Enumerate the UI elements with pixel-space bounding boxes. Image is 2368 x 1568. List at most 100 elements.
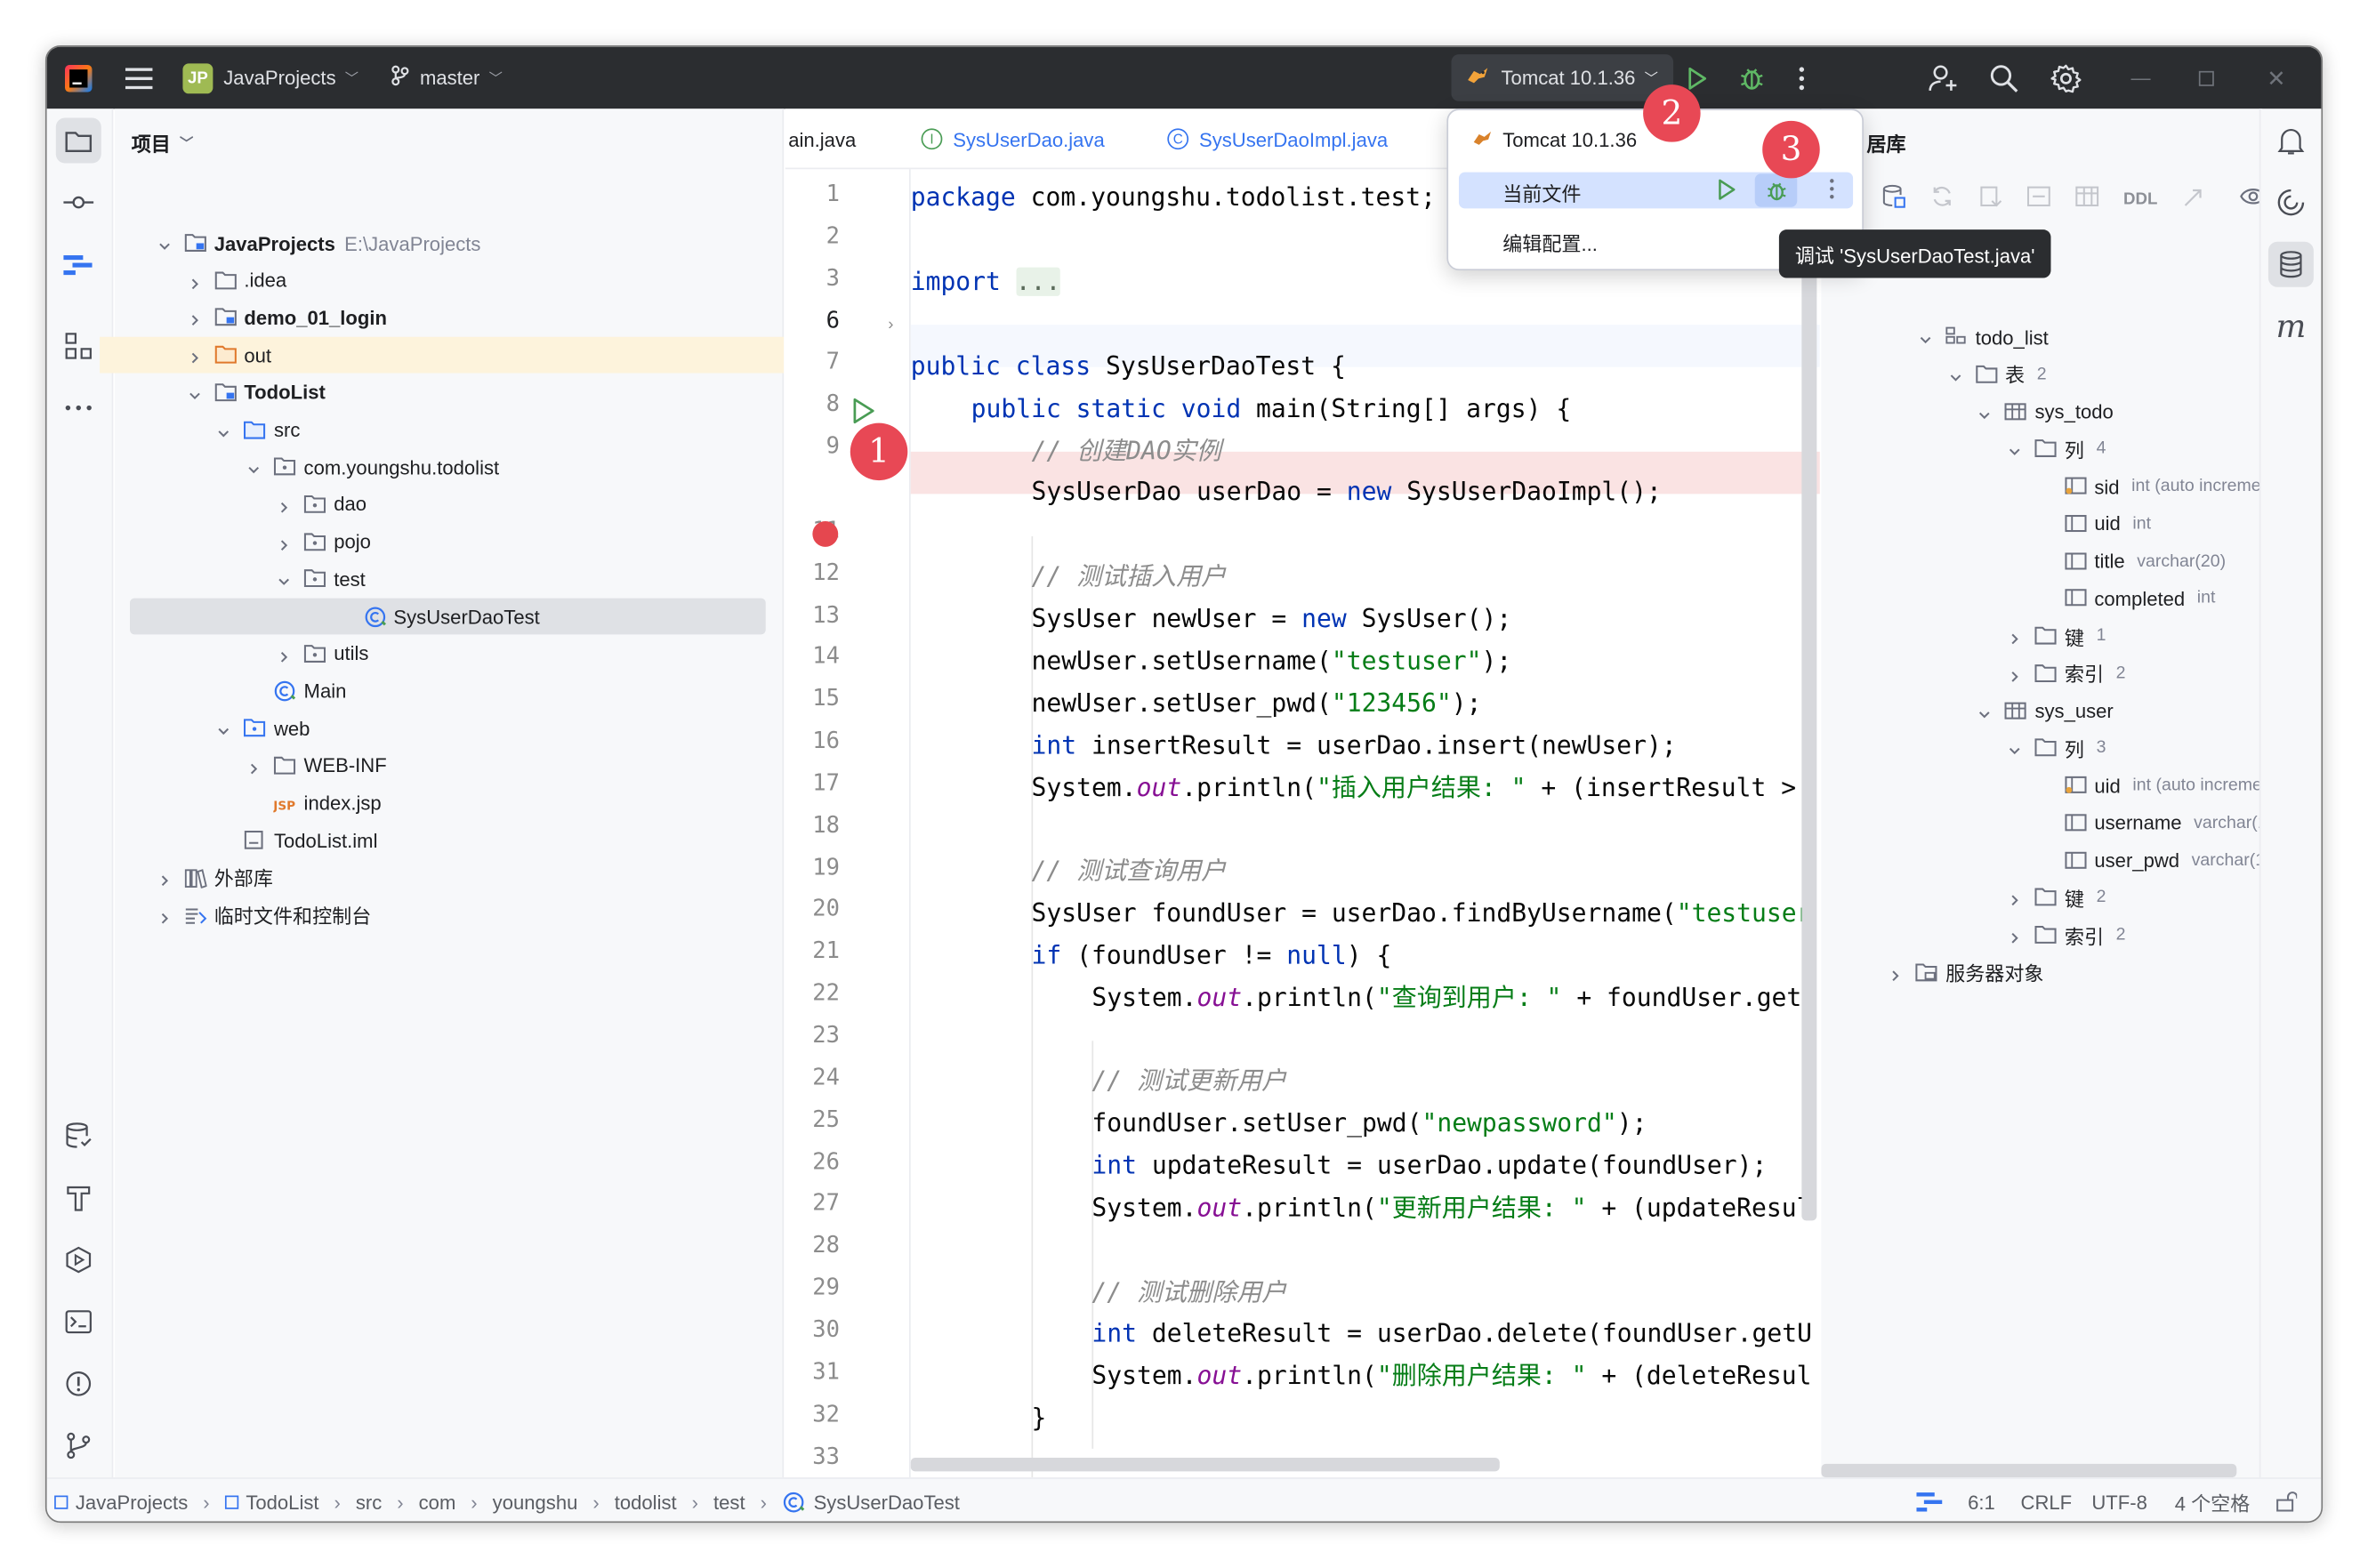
database-tree-item[interactable]: 服务器对象 [1889, 954, 2044, 991]
chevron-down-icon[interactable] [1977, 704, 1993, 719]
project-tree-item[interactable]: src [216, 412, 300, 448]
chevron-right-icon[interactable] [2037, 778, 2052, 793]
chevron-right-icon[interactable] [246, 683, 262, 698]
add-user-icon[interactable] [1929, 47, 1959, 109]
chevron-down-icon[interactable] [216, 422, 231, 438]
breadcrumb-item[interactable]: todolist [615, 1491, 677, 1513]
breadcrumb-item[interactable]: test [713, 1491, 745, 1513]
database-tree-item[interactable]: uid int [2037, 506, 2151, 543]
minimize-button[interactable]: — [2130, 47, 2150, 109]
breadcrumb-item[interactable]: com [419, 1491, 456, 1513]
database-tree-item[interactable]: 索引 2 [2007, 655, 2126, 692]
popup-debug-icon[interactable] [1754, 173, 1798, 207]
code-area[interactable]: package com.youngshu.todolist.test; impo… [910, 169, 1820, 1478]
project-tree-item[interactable]: pojo [277, 524, 371, 560]
project-tree-item[interactable]: TodoList [187, 374, 326, 411]
edit-configurations-item[interactable]: 编辑配置... [1502, 225, 1598, 258]
run-config-selector[interactable]: Tomcat 10.1.36 ﹀ [1451, 54, 1673, 101]
project-tree-item[interactable]: 外部库 [157, 859, 273, 896]
chevron-down-icon[interactable] [277, 572, 292, 587]
file-encoding[interactable]: UTF-8 [2091, 1479, 2147, 1522]
maximize-button[interactable] [2198, 47, 2214, 109]
notifications-bell-icon[interactable] [2268, 117, 2314, 163]
chevron-down-icon[interactable] [2007, 741, 2022, 756]
close-button[interactable]: ✕ [2267, 47, 2285, 109]
tab-main-java[interactable]: ain.java [788, 109, 856, 169]
database-tree-item[interactable]: sys_user [1977, 693, 2114, 729]
breakpoint-icon[interactable] [812, 520, 839, 547]
maven-icon[interactable]: m [2268, 303, 2314, 349]
breadcrumb-item[interactable]: youngshu [493, 1491, 578, 1513]
database-tree-item[interactable]: 列4 [2007, 430, 2106, 467]
ai-assistant-icon[interactable] [2268, 180, 2314, 225]
database-tree-item[interactable]: uid int (auto increment) [2037, 768, 2283, 804]
chevron-right-icon[interactable] [2037, 478, 2052, 494]
jump-to-source-icon[interactable] [2182, 184, 2206, 213]
breadcrumb-item[interactable]: SysUserDaoTest [814, 1491, 960, 1513]
project-tree-item[interactable]: 临时文件和控制台 [157, 897, 371, 933]
refresh-icon[interactable] [1930, 184, 1954, 213]
project-tree-item[interactable]: WEB-INF [246, 747, 387, 784]
project-tree-item[interactable]: JavaProjects E:\JavaProjects [157, 225, 480, 261]
database-horizontal-scrollbar[interactable] [1821, 1463, 2237, 1478]
fold-chevron-icon[interactable]: › [888, 316, 893, 334]
chevron-down-icon[interactable] [157, 236, 172, 251]
chevron-right-icon[interactable] [187, 310, 202, 326]
database-tool-icon[interactable] [56, 1114, 101, 1159]
chevron-down-icon[interactable] [1948, 366, 1963, 382]
project-tree-item[interactable]: out [187, 337, 271, 374]
project-tree-item[interactable]: SysUserDaoTest [336, 599, 540, 635]
caret-position[interactable]: 6:1 [1968, 1479, 1995, 1522]
services-icon[interactable] [56, 1237, 101, 1283]
endpoints-status-icon[interactable] [1916, 1479, 1944, 1522]
build-hammer-icon[interactable] [56, 1175, 101, 1220]
vertical-scrollbar[interactable] [1801, 245, 1817, 1221]
structure-icon[interactable] [56, 323, 101, 368]
project-switcher[interactable]: JP JavaProjects ﹀ [182, 47, 358, 109]
breadcrumb-item[interactable]: TodoList [246, 1491, 318, 1513]
chevron-right-icon[interactable] [277, 646, 292, 663]
breadcrumb-item[interactable]: JavaProjects [76, 1491, 188, 1513]
chevron-down-icon[interactable] [1977, 404, 1993, 419]
folded-imports[interactable]: ... [1015, 267, 1061, 296]
project-tree-item[interactable]: com.youngshu.todolist [246, 449, 499, 486]
branch-switcher[interactable]: master ﹀ [391, 47, 503, 109]
chevron-right-icon[interactable] [2007, 666, 2022, 682]
chevron-right-icon[interactable] [2037, 591, 2052, 607]
chevron-down-icon[interactable] [1918, 329, 1933, 344]
more-actions-icon[interactable] [1799, 47, 1805, 109]
more-tools-icon[interactable] [56, 385, 101, 430]
database-tool-icon[interactable] [2267, 241, 2314, 287]
chevron-right-icon[interactable] [2007, 629, 2022, 645]
database-tree-item[interactable]: user_pwd varchar(100) [2037, 842, 2290, 879]
chevron-right-icon[interactable] [2037, 516, 2052, 531]
endpoints-icon[interactable] [56, 242, 101, 287]
database-tree-item[interactable]: 键2 [2007, 880, 2106, 916]
chevron-right-icon[interactable] [336, 608, 351, 623]
database-tree-item[interactable]: completed int [2037, 581, 2215, 617]
chevron-right-icon[interactable] [157, 870, 172, 886]
chevron-down-icon[interactable] [216, 720, 231, 736]
chevron-down-icon[interactable] [2007, 441, 2022, 456]
console-icon[interactable] [2026, 184, 2050, 213]
tab-sysuserdaoimpl-java[interactable]: C SysUserDaoImpl.java [1167, 109, 1388, 169]
database-tree-item[interactable]: title varchar(20) [2037, 543, 2226, 580]
chevron-right-icon[interactable] [246, 795, 262, 810]
chevron-right-icon[interactable] [277, 497, 292, 513]
settings-gear-icon[interactable] [2050, 47, 2082, 109]
database-tree-item[interactable]: 键1 [2007, 618, 2106, 655]
project-tree-item[interactable]: demo_01_login [187, 300, 387, 336]
database-tree-item[interactable]: 索引 2 [2007, 917, 2126, 953]
popup-more-icon[interactable] [1829, 178, 1835, 204]
chevron-right-icon[interactable] [187, 348, 202, 364]
chevron-right-icon[interactable] [2037, 816, 2052, 831]
chevron-right-icon[interactable] [2037, 554, 2052, 569]
main-menu-icon[interactable] [125, 47, 153, 109]
project-tree-item[interactable]: JSP index.jsp [246, 784, 382, 821]
table-view-icon[interactable] [2075, 184, 2099, 213]
chevron-right-icon[interactable] [246, 758, 262, 775]
data-source-properties-icon[interactable] [1881, 184, 1905, 213]
project-panel-header[interactable]: 项目 ﹀ [132, 124, 194, 160]
indent-setting[interactable]: 4 个空格 [2175, 1479, 2251, 1522]
chevron-down-icon[interactable] [187, 385, 202, 400]
